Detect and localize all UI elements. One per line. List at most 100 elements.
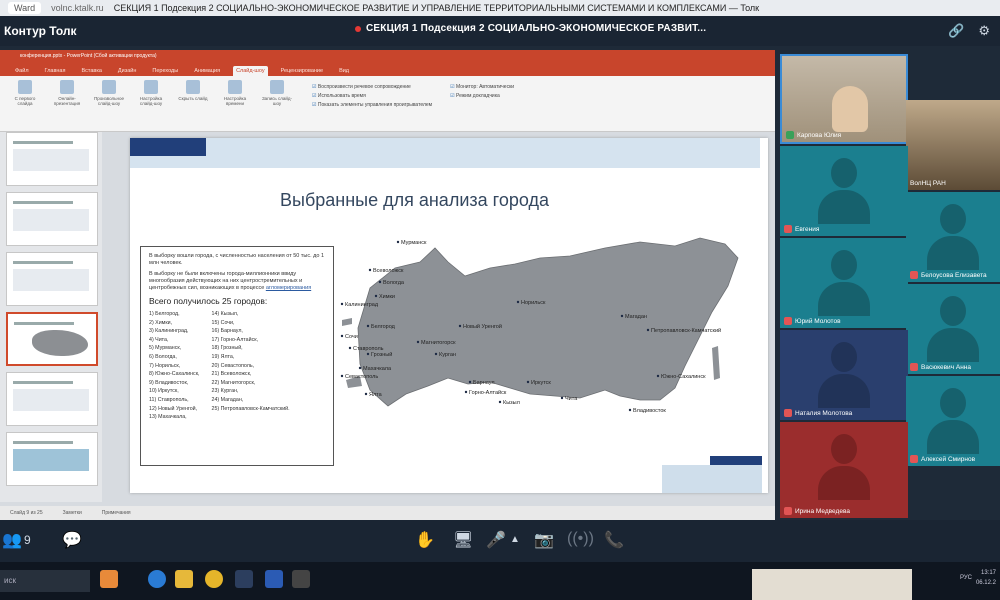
city-list-item: 11) Ставрополь, [149,396,189,403]
avatar [812,434,876,500]
ribbon-record-button[interactable]: Запись слайд-шоу [260,80,294,127]
people-icon[interactable]: 👥 [2,530,22,550]
map-city-label: Чита [565,396,578,402]
participant-tile[interactable]: Белоусова Елизавета [906,192,1000,282]
hide-slide-icon [186,80,200,94]
ribbon-check-narration[interactable]: Воспроизвести речевое сопровождение [312,84,432,90]
map-city-label: Горно-Алтайск [469,389,507,396]
camera-off-icon[interactable]: 📷 [534,530,554,550]
setup-icon [144,80,158,94]
map-city-dot [620,314,624,318]
browser-url[interactable]: volnc.ktalk.ru [51,3,104,13]
hang-up-icon[interactable]: 📞 [604,530,624,550]
city-list-item: 20) Севастополь, [211,362,255,369]
ribbon-hide-button[interactable]: Скрыть слайд [176,80,210,127]
map-city-label: Ялта [369,392,383,398]
app-name: Контур Толк [4,24,77,38]
raise-hand-icon[interactable]: ✋ [415,530,435,550]
participant-tile[interactable]: Алексей Смирнов [906,376,1000,466]
map-city-dot [498,400,502,404]
participant-tile[interactable]: Ирина Медведева [780,422,908,518]
mic-off-icon[interactable]: 🎤 [486,530,506,550]
browser-tab[interactable]: Ward [8,2,42,14]
ribbon-presenter-view[interactable]: Режим докладчика [450,93,514,99]
map-city-label: Сочи [345,334,358,340]
participant-tile[interactable]: Наталия Молотова [780,330,908,420]
ribbon-timing-button[interactable]: Настройка времени [218,80,252,127]
city-list-item: 13) Махачкала, [149,414,187,421]
settings-icon[interactable] [292,570,310,588]
slide-thumbnail[interactable] [6,132,98,186]
slideshow-icon [18,80,32,94]
ppt-menu-transitions[interactable]: Переходы [149,66,181,76]
camera-feed [906,100,1000,190]
map-city-label: Норильск [521,300,546,306]
participant-label: Наталия Молотова [784,409,852,417]
conference-title-text: СЕКЦИЯ 1 Подсекция 2 СОЦИАЛЬНО-ЭКОНОМИЧЕ… [366,23,707,34]
ribbon-check-timing[interactable]: Использовать время [312,93,432,99]
ppt-menu-review[interactable]: Рецензирование [278,66,326,76]
settings-icon[interactable]: ⚙ [978,23,990,39]
ribbon-custom-button[interactable]: Произвольное слайд-шоу [92,80,126,127]
slide-thumbnail[interactable] [6,192,98,246]
participant-tile[interactable]: Евгения [780,146,908,236]
map-city-dot [368,268,372,272]
participant-tile-volnc[interactable]: ВолНЦ РАН [906,100,1000,190]
ppt-menu-home[interactable]: Главная [42,66,69,76]
ribbon-from-start-button[interactable]: С первого слайда [8,80,42,127]
city-list-item: 7) Норильск, [149,362,181,369]
taskbar-app-icon[interactable] [100,570,118,588]
russia-map: Мурманск Калининград Всеволожск Вологда Химк… [340,237,739,414]
ribbon-check-controls[interactable]: Показать элементы управления проигрывате… [312,102,432,108]
ppt-title-bar: конференция.pptx - PowerPoint (Сбой акти… [0,50,775,62]
taskbar-language[interactable]: РУС [960,575,972,581]
ppt-menu-slideshow[interactable]: Слайд-шоу [233,66,268,76]
slide-thumbnail[interactable] [6,432,98,486]
ppt-menu-animation[interactable]: Анимация [191,66,223,76]
slide-thumbnail[interactable] [6,252,98,306]
yandex-browser-icon[interactable] [205,570,223,588]
taskbar-clock[interactable]: 13:17 06.12.2 [976,568,996,588]
ppt-menu-insert[interactable]: Вставка [78,66,104,76]
map-city-dot [526,380,530,384]
map-city-label: Южно-Сахалинск [661,374,706,380]
noise-icon[interactable]: ((•)) [567,530,594,548]
ppt-menu-design[interactable]: Дизайн [115,66,140,76]
word-icon[interactable] [265,570,283,588]
ppt-menu-view[interactable]: Вид [336,66,352,76]
ribbon-monitor[interactable]: Монитор: Автоматически [450,84,514,90]
map-city-dot [458,324,462,328]
photoshop-icon[interactable] [235,570,253,588]
slide-intro-1: В выборку вошли города, с численностью н… [149,253,325,266]
ppt-status-comments[interactable]: Примечания [102,510,131,516]
city-list-item: 19) Ялта, [211,353,235,360]
map-city-dot [516,300,520,304]
chevron-up-icon[interactable]: ▲ [510,534,520,545]
participant-tile[interactable]: Юрий Молотов [780,238,908,328]
city-list-item: 18) Грозный, [211,345,243,352]
screen-share-icon[interactable]: 🖥 [453,530,473,550]
edge-icon[interactable] [148,570,166,588]
taskbar-search[interactable]: иск [0,570,90,592]
kaliningrad-shape [342,318,352,326]
map-city-label: Мурманск [401,240,427,246]
slide-intro-2: В выборку не были включены города-миллио… [149,271,312,291]
participants-count[interactable]: 9 [24,532,31,547]
participant-tile-karpova[interactable]: Карпова Юлия [780,54,908,144]
chat-icon[interactable]: 💬 [62,530,82,550]
sakhalin-shape [712,346,720,380]
ppt-menu-file[interactable]: Файл [12,66,32,76]
map-city-label: Химки [379,294,395,300]
participant-label: Белоусова Елизавета [910,271,987,279]
ribbon-online-button[interactable]: Онлайн-презентация [50,80,84,127]
map-city-dot [468,380,472,384]
slide-thumbnail[interactable] [6,372,98,426]
map-city-label: Магнитогорск [421,340,456,346]
ribbon-setup-button[interactable]: Настройка слайд-шоу [134,80,168,127]
map-city-label: Курган [439,352,456,358]
link-icon[interactable]: 🔗 [948,23,964,39]
slide-thumbnail-selected[interactable] [6,312,98,366]
folder-icon[interactable] [175,570,193,588]
ppt-status-notes[interactable]: Заметки [63,510,82,516]
participant-tile[interactable]: Васюкевич Анна [906,284,1000,374]
